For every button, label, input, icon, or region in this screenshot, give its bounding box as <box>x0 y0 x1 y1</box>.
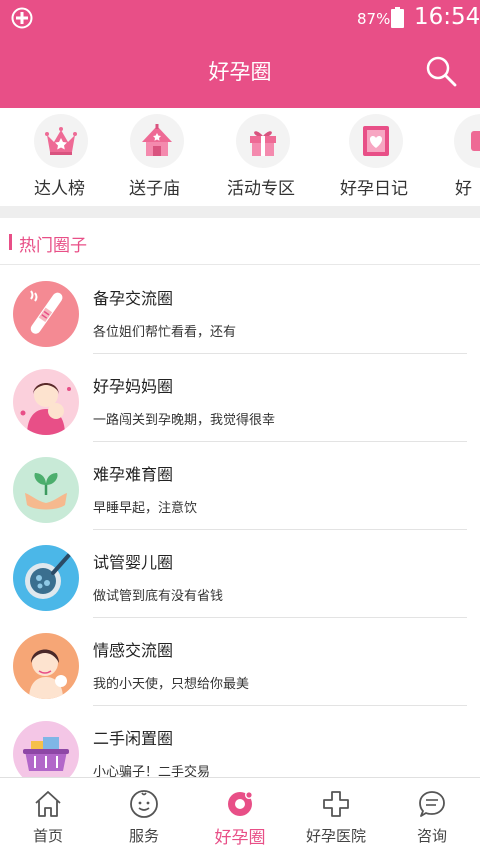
list-item[interactable]: 备孕交流圈 各位姐们帮忙看看，还有 <box>0 266 480 354</box>
nav-service[interactable]: 服务 <box>96 778 192 853</box>
circle-name: 试管婴儿圈 <box>93 553 174 572</box>
diary-icon <box>363 126 389 156</box>
list-item[interactable]: 试管婴儿圈 做试管到底有没有省钱 <box>0 530 480 618</box>
circle-name: 二手闲置圈 <box>93 729 174 748</box>
nav-label: 咨询 <box>416 827 447 845</box>
list-item[interactable]: 情感交流圈 我的小天使，只想给你最美 <box>0 618 480 706</box>
section-title: 热门圈子 <box>19 236 87 256</box>
home-icon <box>35 791 61 817</box>
circle-avatar <box>13 457 79 523</box>
category-label: 活动专区 <box>227 179 295 199</box>
circle-community-icon <box>228 791 253 816</box>
app-screen: 87% 16:54 好孕圈 达人榜 送子庙 活动专区 好孕日记 好 热门圈子 备… <box>0 0 480 853</box>
category-item-events[interactable]: 活动专区 <box>227 108 299 206</box>
girl-emotion-icon <box>13 633 79 699</box>
page-title: 好孕圈 <box>208 60 272 84</box>
list-item[interactable]: 好孕妈妈圈 一路闯关到孕晚期，我觉得很幸 <box>0 354 480 442</box>
circle-avatar <box>13 281 79 347</box>
category-item-talent-rank[interactable]: 达人榜 <box>34 108 90 206</box>
circle-avatar <box>13 545 79 611</box>
status-clock: 16:54 <box>414 4 480 30</box>
category-item-diary[interactable]: 好孕日记 <box>340 108 412 206</box>
temple-icon <box>142 124 172 156</box>
section-gap <box>0 206 480 218</box>
circle-desc: 一路闯关到孕晚期，我觉得很幸 <box>93 413 276 428</box>
circle-desc: 做试管到底有没有省钱 <box>93 589 224 604</box>
circle-avatar <box>13 369 79 435</box>
partial-icon <box>471 131 480 151</box>
nav-label: 好孕圈 <box>214 828 266 848</box>
category-label: 好孕日记 <box>340 179 408 199</box>
category-icon-bg <box>236 114 290 168</box>
bottom-nav: 首页 服务 好孕圈 好孕医院 咨询 <box>0 777 480 853</box>
app-notification-icon <box>11 7 33 29</box>
category-icon-bg <box>34 114 88 168</box>
nav-label: 服务 <box>128 827 159 845</box>
circle-desc: 我的小天使，只想给你最美 <box>93 677 250 692</box>
nav-home[interactable]: 首页 <box>0 778 96 853</box>
category-item-partial[interactable]: 好 <box>454 108 480 206</box>
circle-name: 难孕难育圈 <box>93 465 174 484</box>
category-strip: 达人榜 送子庙 活动专区 好孕日记 好 <box>0 108 480 206</box>
nav-hospital[interactable]: 好孕医院 <box>288 778 384 853</box>
hands-sprout-icon <box>13 457 79 523</box>
section-accent-bar <box>9 234 12 250</box>
category-item-temple[interactable]: 送子庙 <box>129 108 185 206</box>
status-bar: 87% 16:54 <box>0 0 480 36</box>
circle-desc: 各位姐们帮忙看看，还有 <box>93 325 237 340</box>
search-icon[interactable] <box>424 54 458 88</box>
circle-desc: 早睡早起，注意饮 <box>93 501 198 516</box>
section-header: 热门圈子 <box>0 218 480 265</box>
chat-bubble-icon <box>419 791 445 817</box>
circle-name: 情感交流圈 <box>93 641 174 660</box>
category-label: 达人榜 <box>34 179 85 199</box>
nav-circle[interactable]: 好孕圈 <box>192 778 288 853</box>
circle-avatar <box>13 633 79 699</box>
hospital-cross-icon <box>323 791 349 817</box>
nav-label: 首页 <box>32 827 63 845</box>
list-item[interactable]: 难孕难育圈 早睡早起，注意饮 <box>0 442 480 530</box>
pregnancy-test-icon <box>13 281 79 347</box>
app-header: 87% 16:54 好孕圈 <box>0 0 480 108</box>
category-icon-bg <box>130 114 184 168</box>
nav-consult[interactable]: 咨询 <box>384 778 480 853</box>
gift-icon <box>250 131 276 156</box>
petri-dish-icon <box>13 545 79 611</box>
nav-label: 好孕医院 <box>305 827 366 845</box>
category-icon-bg <box>454 114 480 168</box>
battery-icon <box>391 7 404 28</box>
category-label: 送子庙 <box>129 179 180 199</box>
category-icon-bg <box>349 114 403 168</box>
circle-name: 好孕妈妈圈 <box>93 377 174 396</box>
mother-baby-icon <box>13 369 79 435</box>
baby-face-icon <box>130 790 158 818</box>
battery-percent: 87% <box>357 10 391 28</box>
circle-name: 备孕交流圈 <box>93 289 174 308</box>
crown-icon <box>45 127 77 155</box>
category-label: 好 <box>455 179 472 199</box>
